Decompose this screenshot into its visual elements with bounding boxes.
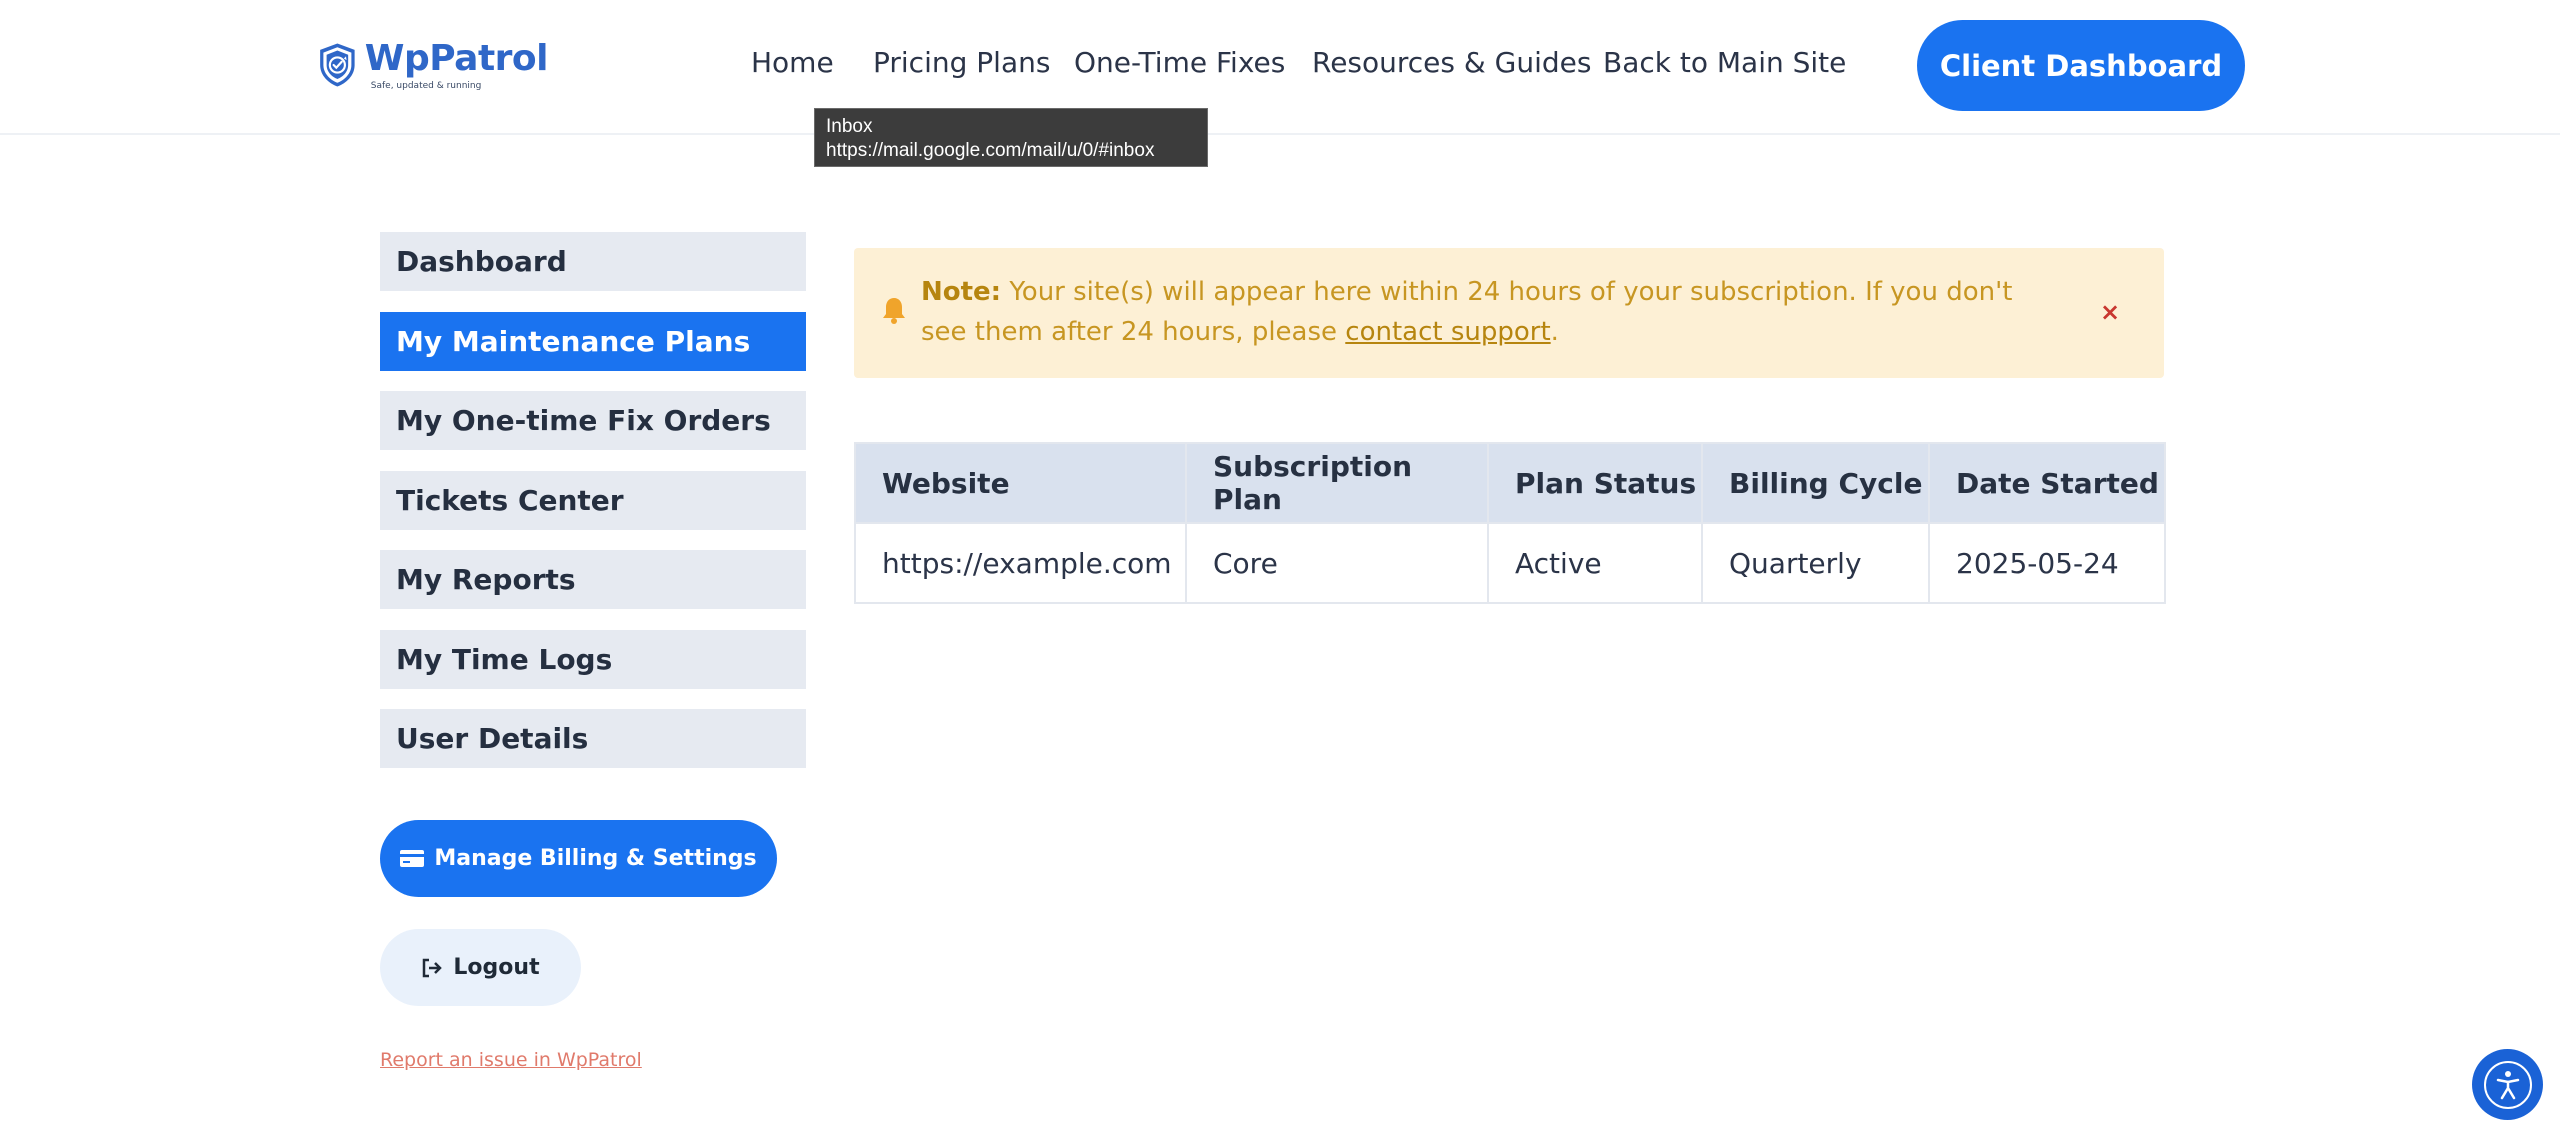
- client-dashboard-button[interactable]: Client Dashboard: [1917, 20, 2245, 111]
- report-issue-link[interactable]: Report an issue in WpPatrol: [380, 1049, 642, 1071]
- close-icon[interactable]: ×: [2100, 298, 2120, 326]
- credit-card-icon: [400, 850, 425, 867]
- nav-pricing-plans[interactable]: Pricing Plans: [873, 46, 1050, 79]
- maintenance-plans-table: Website Subscription Plan Plan Status Bi…: [854, 442, 2166, 604]
- sidebar-item-dashboard[interactable]: Dashboard: [380, 232, 806, 291]
- sidebar-item-user-details[interactable]: User Details: [380, 709, 806, 768]
- tooltip-url: https://mail.google.com/mail/u/0/#inbox: [826, 140, 1155, 161]
- manage-billing-button[interactable]: Manage Billing & Settings: [380, 820, 777, 897]
- manage-billing-label: Manage Billing & Settings: [434, 846, 757, 871]
- nav-one-time-fixes[interactable]: One-Time Fixes: [1074, 46, 1285, 79]
- column-header: Billing Cycle: [1701, 442, 1930, 524]
- column-header: Plan Status: [1487, 442, 1703, 524]
- logout-button[interactable]: Logout: [380, 929, 581, 1006]
- cell-plan-status: Active: [1487, 522, 1703, 604]
- link-tooltip: Inbox https://mail.google.com/mail/u/0/#…: [814, 108, 1208, 167]
- bell-icon: [883, 298, 905, 324]
- table-row: https://example.com Core Active Quarterl…: [854, 522, 2166, 604]
- brand-name: WpPatrol: [364, 38, 549, 79]
- cell-date-started: 2025-05-24: [1928, 522, 2166, 604]
- note-text: Note: Your site(s) will appear here with…: [921, 272, 2061, 352]
- contact-support-link[interactable]: contact support: [1345, 317, 1550, 347]
- sidebar-item-reports[interactable]: My Reports: [380, 550, 806, 609]
- logout-label: Logout: [453, 955, 540, 980]
- brand-logo[interactable]: WpPatrol Safe, updated & running: [318, 22, 549, 108]
- accessibility-icon: [2496, 1070, 2519, 1099]
- cell-billing-cycle: Quarterly: [1701, 522, 1930, 604]
- column-header: Website: [854, 442, 1187, 524]
- sidebar-item-maintenance-plans[interactable]: My Maintenance Plans: [380, 312, 806, 371]
- column-header: Subscription Plan: [1185, 442, 1489, 524]
- cell-website: https://example.com: [854, 522, 1187, 604]
- nav-back-to-main-site[interactable]: Back to Main Site: [1603, 46, 1846, 79]
- cell-subscription-plan: Core: [1185, 522, 1489, 604]
- table-header-row: Website Subscription Plan Plan Status Bi…: [854, 442, 2166, 524]
- nav-resources-guides[interactable]: Resources & Guides: [1312, 46, 1591, 79]
- note-label: Note:: [921, 277, 1002, 307]
- note-banner: Note: Your site(s) will appear here with…: [854, 248, 2164, 378]
- accessibility-button[interactable]: [2472, 1049, 2543, 1120]
- column-header: Date Started: [1928, 442, 2166, 524]
- site-header: WpPatrol Safe, updated & running Home Pr…: [0, 0, 2560, 135]
- note-period: .: [1550, 317, 1559, 347]
- tooltip-title: Inbox: [826, 116, 873, 137]
- sidebar-item-time-logs[interactable]: My Time Logs: [380, 630, 806, 689]
- sidebar-item-one-time-fix-orders[interactable]: My One-time Fix Orders: [380, 391, 806, 450]
- sidebar-item-tickets-center[interactable]: Tickets Center: [380, 471, 806, 530]
- logout-icon: [423, 958, 443, 977]
- shield-logo-icon: [320, 43, 355, 87]
- nav-home[interactable]: Home: [751, 46, 834, 79]
- brand-tagline: Safe, updated & running: [370, 81, 482, 91]
